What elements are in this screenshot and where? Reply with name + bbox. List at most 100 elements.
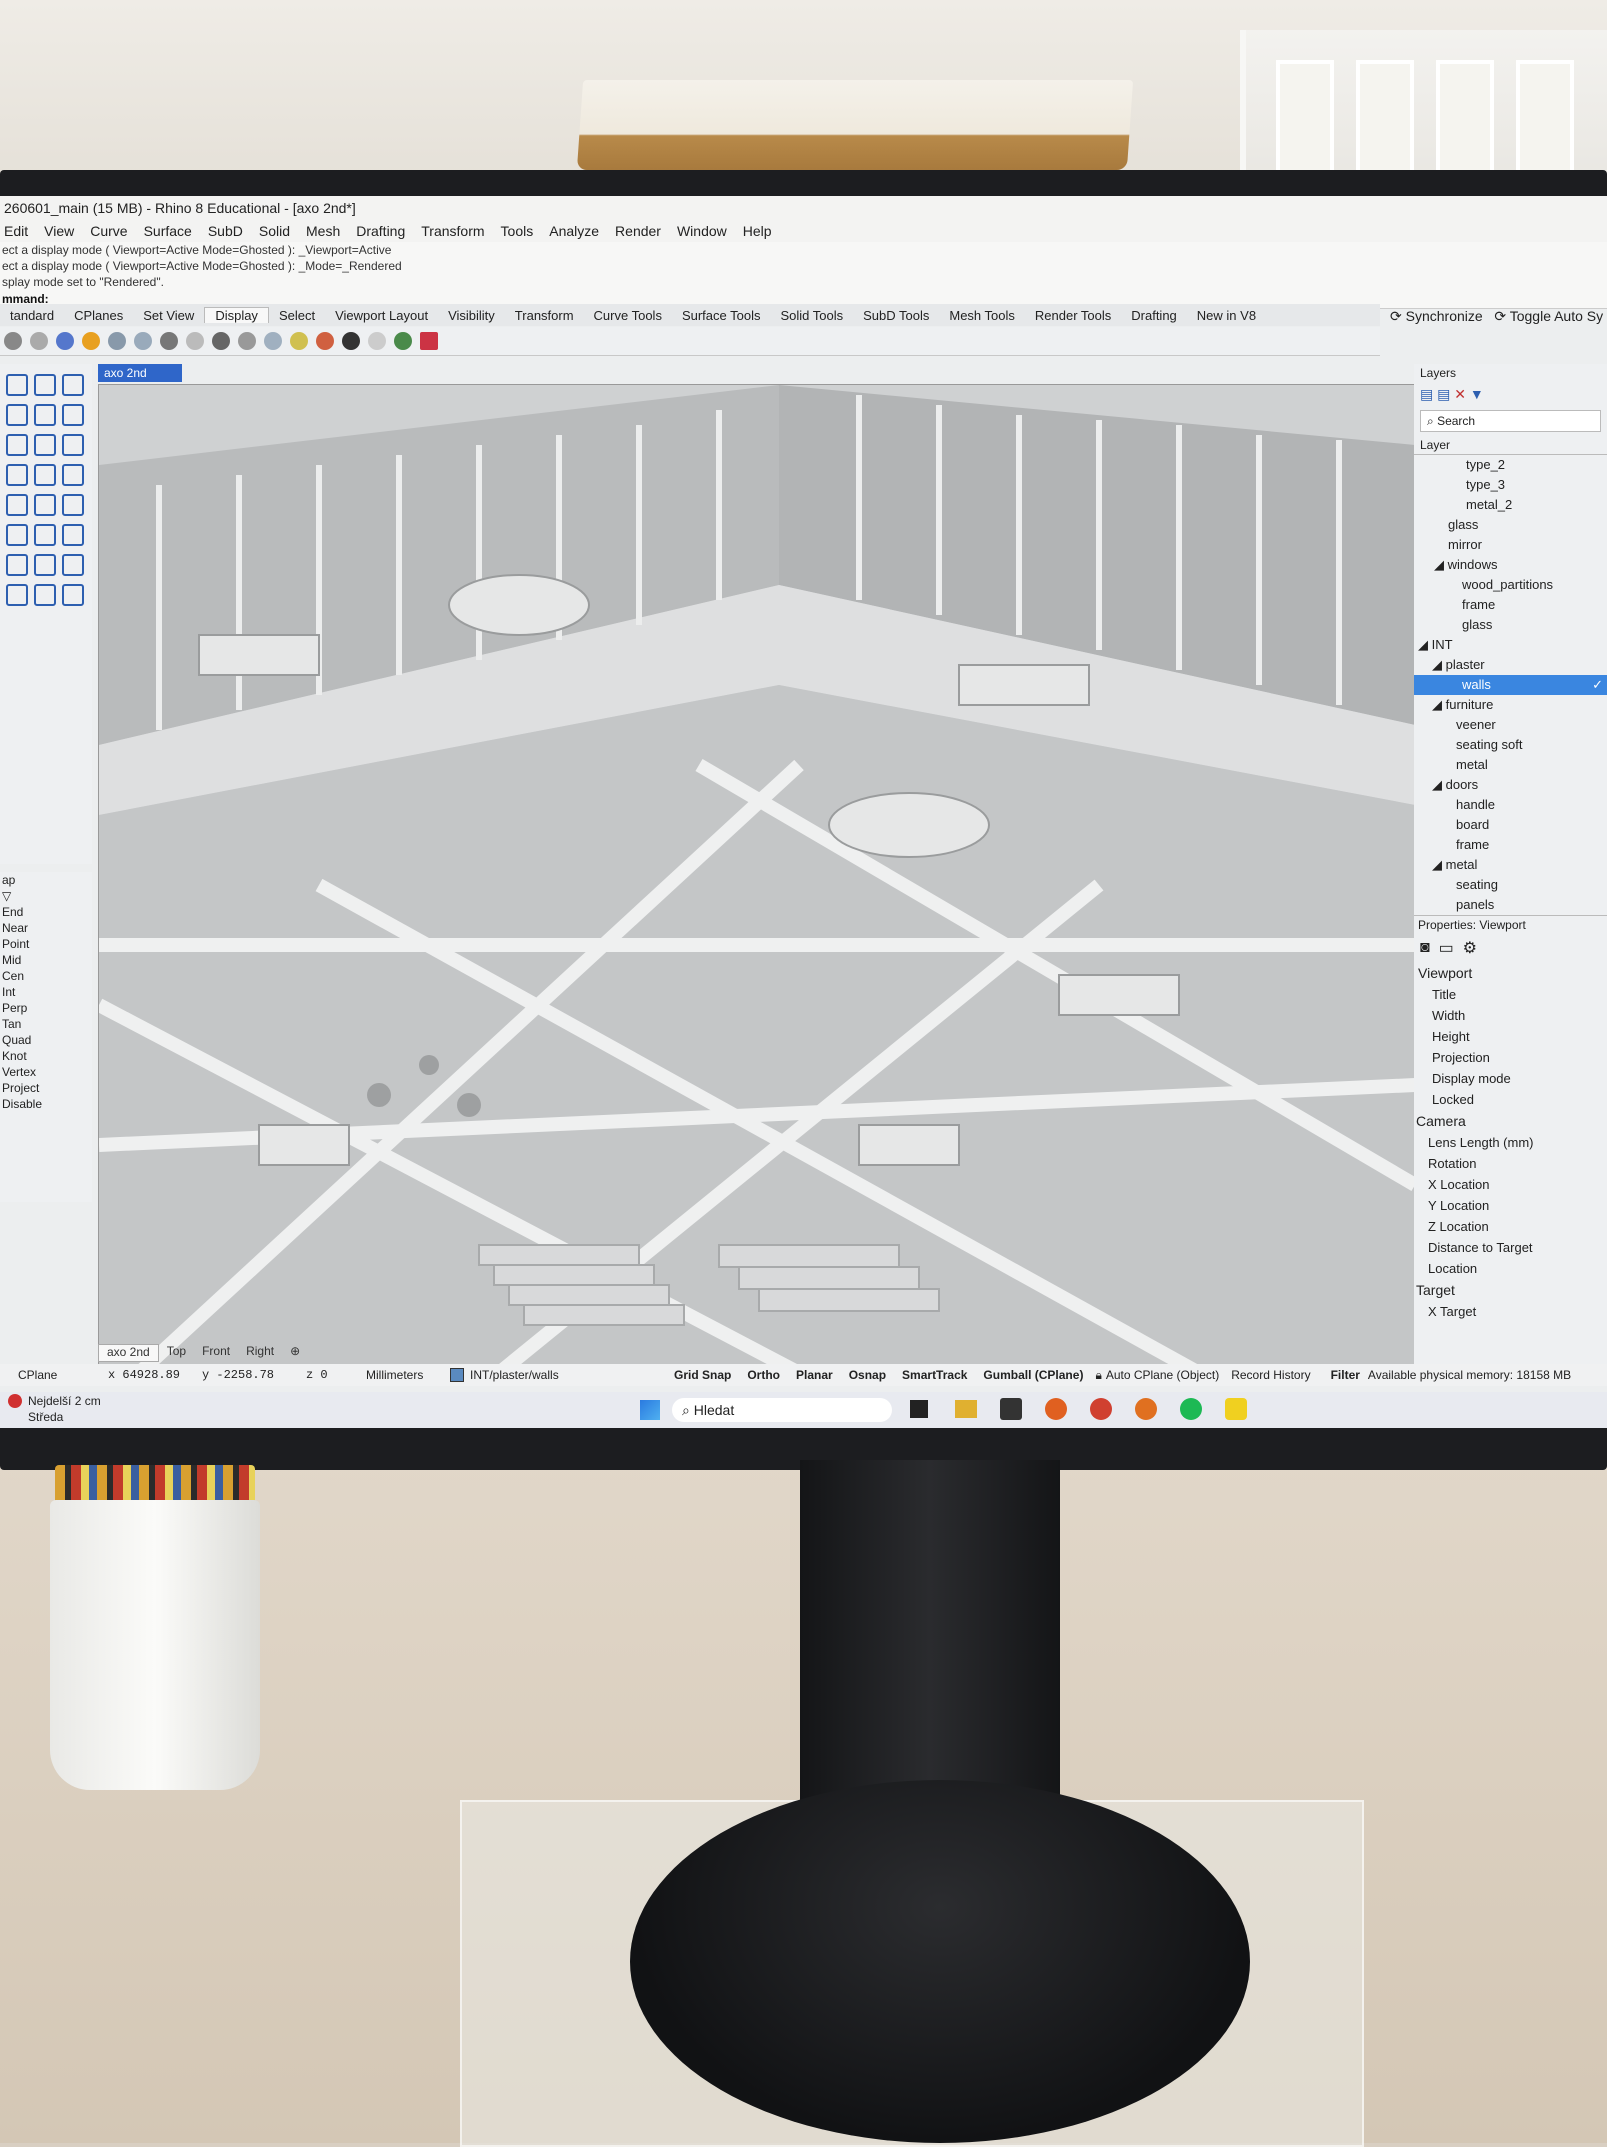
scale-icon[interactable]: [62, 524, 84, 546]
tab-display[interactable]: Display: [204, 307, 269, 323]
layer-row-expanded[interactable]: ◢ plaster: [1414, 655, 1607, 675]
layer-row-expanded[interactable]: ◢ metal: [1414, 855, 1607, 875]
split-icon[interactable]: [34, 494, 56, 516]
osnap-toggle[interactable]: Osnap: [841, 1368, 894, 1382]
tab-new-in-v8[interactable]: New in V8: [1187, 308, 1266, 323]
menu-analyze[interactable]: Analyze: [549, 223, 599, 239]
osnap-disable[interactable]: Disable: [0, 1096, 92, 1112]
layer-row[interactable]: metal: [1414, 755, 1607, 775]
rotate-icon[interactable]: [34, 524, 56, 546]
cylinder-icon[interactable]: [34, 464, 56, 486]
sun-icon[interactable]: [316, 332, 334, 350]
viewport-tab-top[interactable]: Top: [159, 1344, 194, 1362]
rectangle-icon[interactable]: [62, 404, 84, 426]
array-icon[interactable]: [34, 554, 56, 576]
osnap-near[interactable]: Near: [0, 920, 92, 936]
tab-subd-tools[interactable]: SubD Tools: [853, 308, 939, 323]
layer-row[interactable]: frame: [1414, 835, 1607, 855]
artistic-icon[interactable]: [186, 332, 204, 350]
menu-help[interactable]: Help: [743, 223, 772, 239]
task-view-icon[interactable]: [910, 1400, 928, 1418]
new-sublayer-icon[interactable]: ▤: [1437, 386, 1450, 403]
filter-toggle[interactable]: Filter: [1323, 1368, 1368, 1382]
miro-icon[interactable]: [1225, 1398, 1247, 1420]
box-icon[interactable]: [368, 332, 386, 350]
pen-icon[interactable]: [212, 332, 230, 350]
osnap-perp[interactable]: Perp: [0, 1000, 92, 1016]
menu-mesh[interactable]: Mesh: [306, 223, 340, 239]
layer-row[interactable]: wood_partitions: [1414, 575, 1607, 595]
menu-subd[interactable]: SubD: [208, 223, 243, 239]
move-icon[interactable]: [6, 524, 28, 546]
viewport-tab-axo[interactable]: axo 2nd: [98, 1344, 159, 1362]
polyline-icon[interactable]: [34, 404, 56, 426]
point-icon[interactable]: [34, 374, 56, 396]
tab-viewport-layout[interactable]: Viewport Layout: [325, 308, 438, 323]
firefox-icon[interactable]: [1045, 1398, 1067, 1420]
tab-render-tools[interactable]: Render Tools: [1025, 308, 1121, 323]
menu-transform[interactable]: Transform: [421, 223, 484, 239]
layer-row[interactable]: frame: [1414, 595, 1607, 615]
technical-icon[interactable]: [160, 332, 178, 350]
layer-row[interactable]: glass: [1414, 615, 1607, 635]
menu-solid[interactable]: Solid: [259, 223, 290, 239]
auto-cplane-toggle[interactable]: Auto CPlane (Object): [1106, 1368, 1231, 1382]
expand-triangle-icon[interactable]: ◢: [1432, 857, 1446, 872]
filter-icon[interactable]: ▼: [1470, 386, 1484, 402]
rhino-app-icon[interactable]: [1000, 1398, 1022, 1420]
rendered-icon[interactable]: [56, 332, 74, 350]
units-label[interactable]: Millimeters: [366, 1368, 450, 1382]
osnap-int[interactable]: Int: [0, 984, 92, 1000]
tab-transform[interactable]: Transform: [505, 308, 584, 323]
osnap-tan[interactable]: Tan: [0, 1016, 92, 1032]
layer-row[interactable]: seating: [1414, 875, 1607, 895]
circle-icon[interactable]: [6, 404, 28, 426]
layer-row-selected[interactable]: walls ✓: [1414, 675, 1607, 695]
tab-drafting[interactable]: Drafting: [1121, 308, 1187, 323]
extrude-icon[interactable]: [62, 434, 84, 456]
menu-window[interactable]: Window: [677, 223, 727, 239]
smarttrack-toggle[interactable]: SmartTrack: [894, 1368, 975, 1382]
app-icon[interactable]: [1090, 1398, 1112, 1420]
osnap-knot[interactable]: Knot: [0, 1048, 92, 1064]
layer-row[interactable]: mirror: [1414, 535, 1607, 555]
analyze-icon[interactable]: [62, 584, 84, 606]
wireframe-icon[interactable]: [4, 332, 22, 350]
expand-triangle-icon[interactable]: ◢: [1432, 657, 1446, 672]
tab-cplanes[interactable]: CPlanes: [64, 308, 133, 323]
planar-toggle[interactable]: Planar: [788, 1368, 841, 1382]
layer-row[interactable]: board: [1414, 815, 1607, 835]
osnap-quad[interactable]: Quad: [0, 1032, 92, 1048]
mirror-icon[interactable]: [62, 554, 84, 576]
raytraced-icon[interactable]: [264, 332, 282, 350]
shaded-icon[interactable]: [30, 332, 48, 350]
layers-search-input[interactable]: ⌕ Search: [1420, 410, 1601, 432]
material-icon[interactable]: ⚙: [1463, 938, 1477, 958]
menu-edit[interactable]: Edit: [4, 223, 28, 239]
camera-icon[interactable]: ◙: [1420, 939, 1430, 957]
viewport-tab-front[interactable]: Front: [194, 1344, 238, 1362]
windows-start-icon[interactable]: [640, 1400, 660, 1420]
taskbar-search[interactable]: ⌕ Hledat: [672, 1398, 892, 1422]
osnap-vertex[interactable]: Vertex: [0, 1064, 92, 1080]
tab-visibility[interactable]: Visibility: [438, 308, 505, 323]
dimension-icon[interactable]: [6, 584, 28, 606]
layer-row[interactable]: glass: [1414, 515, 1607, 535]
line-icon[interactable]: [62, 374, 84, 396]
spotify-icon[interactable]: [1180, 1398, 1202, 1420]
curve-icon[interactable]: [6, 434, 28, 456]
mesh-icon[interactable]: [62, 464, 84, 486]
osnap-project[interactable]: Project: [0, 1080, 92, 1096]
toggle-auto-sync-button[interactable]: Toggle Auto Sy: [1510, 308, 1603, 324]
monitor-icon[interactable]: [342, 332, 360, 350]
tab-select[interactable]: Select: [269, 308, 325, 323]
viewport-icon[interactable]: ▭: [1439, 938, 1454, 958]
osnap-cen[interactable]: Cen: [0, 968, 92, 984]
osnap-end[interactable]: End: [0, 904, 92, 920]
menu-curve[interactable]: Curve: [90, 223, 127, 239]
surface-icon[interactable]: [34, 434, 56, 456]
layer-row[interactable]: type_2: [1414, 455, 1607, 475]
layer-row[interactable]: type_3: [1414, 475, 1607, 495]
check-icon[interactable]: [34, 584, 56, 606]
menu-surface[interactable]: Surface: [144, 223, 192, 239]
